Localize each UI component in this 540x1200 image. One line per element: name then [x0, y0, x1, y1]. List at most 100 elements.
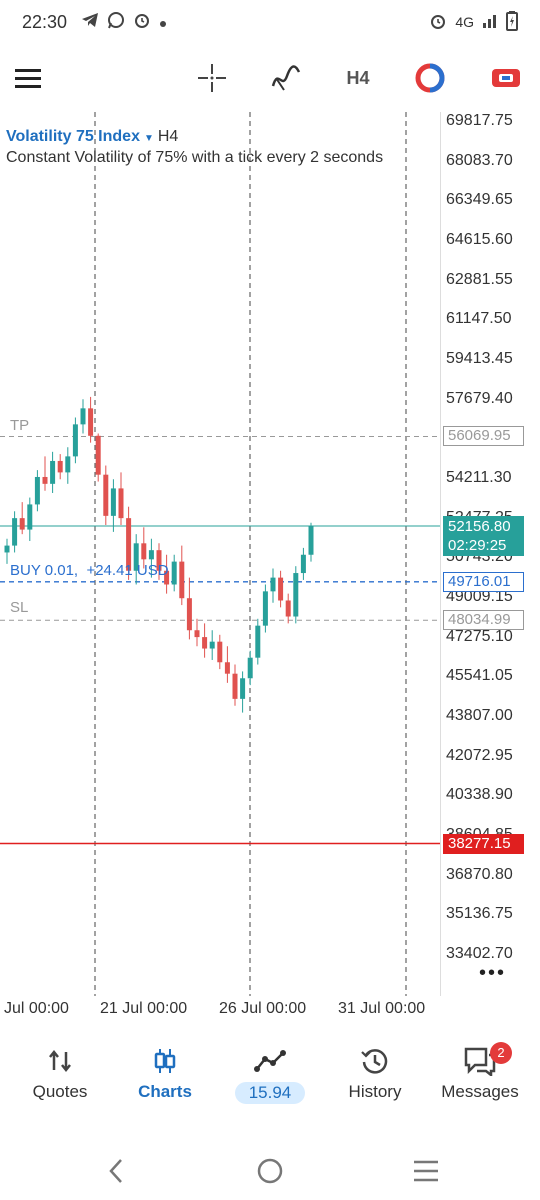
candle-body: [179, 561, 185, 599]
sl-label: SL: [10, 599, 29, 616]
nav-charts[interactable]: Charts: [111, 1040, 219, 1120]
price-tick: 40338.90: [446, 786, 513, 804]
timeframe-button[interactable]: H4: [338, 52, 378, 104]
price-tick: 42072.95: [446, 746, 513, 764]
messages-badge: 2: [490, 1042, 512, 1064]
back-icon[interactable]: [86, 1154, 146, 1188]
candle-body: [27, 504, 33, 530]
price-tick: 64615.60: [446, 231, 513, 248]
candle-body: [293, 573, 299, 617]
candle-body: [148, 550, 154, 560]
candle-body: [247, 657, 253, 679]
network-type: 4G: [455, 14, 474, 30]
more-options-icon[interactable]: •••: [479, 962, 506, 985]
candle-body: [186, 598, 192, 631]
tp-label: TP: [10, 417, 30, 434]
candle-body: [270, 577, 276, 592]
candle-body: [240, 678, 246, 699]
price-tick: 69817.75: [446, 112, 513, 129]
nav-trade[interactable]: 15.94: [216, 1040, 324, 1120]
candle-body: [50, 460, 56, 484]
buy-position-label[interactable]: BUY 0.01, +24.41 USD: [10, 562, 169, 579]
candle-body: [118, 488, 124, 519]
price-tick: 45541.05: [446, 667, 513, 685]
candle-body: [19, 518, 25, 530]
price-tick: 47275.10: [446, 627, 513, 645]
chart-canvas: [0, 112, 440, 996]
candle-body: [278, 577, 284, 601]
system-nav-bar: [0, 1146, 540, 1196]
candle-body: [72, 424, 78, 457]
candle-body: [285, 600, 291, 617]
candle-body: [12, 518, 18, 546]
candle-body: [141, 543, 147, 560]
candle-body: [194, 630, 200, 638]
chart-toolbar: H4: [0, 52, 540, 104]
nav-history[interactable]: History: [321, 1040, 429, 1120]
tp-price-box: 56069.95: [443, 426, 524, 446]
candle-body: [232, 673, 238, 699]
candle-body: [217, 641, 223, 663]
candle-body: [65, 456, 71, 473]
candle-body: [224, 662, 230, 674]
buy-price-box: 49716.01: [443, 572, 524, 592]
menu-icon[interactable]: [8, 52, 48, 104]
candle-body: [95, 435, 101, 475]
recents-icon[interactable]: [396, 1154, 456, 1188]
buy-position-volume: BUY 0.01,: [10, 562, 79, 579]
status-bar: 22:30 4G: [0, 0, 540, 44]
candle-body: [34, 476, 40, 505]
candle-countdown: 02:29:25: [448, 537, 507, 554]
symbol-line: Volatility 75 Index ▼ H4: [6, 128, 178, 146]
nav-label: Messages: [441, 1082, 519, 1101]
nav-quotes[interactable]: Quotes: [6, 1040, 114, 1120]
nav-label: History: [348, 1082, 402, 1101]
price-tick: 43807.00: [446, 707, 513, 724]
bid-price-box: 52156.80 02:29:25: [443, 516, 524, 556]
price-tick: 62881.55: [446, 270, 513, 288]
status-time: 22:30: [22, 11, 68, 32]
crosshair-icon[interactable]: [192, 52, 232, 104]
candle-body: [103, 474, 109, 516]
status-right: 4G: [429, 10, 518, 34]
candle-body: [209, 641, 215, 649]
one-click-trading-icon[interactable]: [410, 52, 450, 104]
candle-body: [262, 591, 268, 626]
history-clock-icon: [321, 1040, 429, 1082]
price-chart[interactable]: Volatility 75 Index ▼ H4 Constant Volatili…: [0, 112, 440, 996]
price-tick: 54211.30: [446, 469, 512, 486]
indicators-icon[interactable]: [266, 52, 306, 104]
nav-label: Charts: [138, 1082, 192, 1101]
nav-messages[interactable]: 2 Messages: [426, 1040, 534, 1120]
messages-icon: 2: [426, 1040, 534, 1082]
candle-body: [308, 526, 314, 555]
whatsapp-icon: [107, 11, 125, 34]
telegram-icon: [81, 12, 99, 33]
price-axis[interactable]: 33402.7035136.7536870.8038604.8540338.90…: [440, 112, 540, 996]
price-tick: 59413.45: [446, 350, 513, 367]
alarm-icon: [429, 12, 447, 33]
candle-body: [42, 476, 48, 484]
sl-price-box: 48034.99: [443, 610, 524, 630]
candle-body: [57, 460, 63, 473]
quotes-arrows-icon: [6, 1040, 114, 1082]
price-tick: 66349.65: [446, 191, 513, 209]
battery-icon: [506, 10, 518, 34]
buy-position-profit: +24.41 USD: [86, 562, 169, 579]
candle-body: [202, 637, 208, 649]
level-price-box: 38277.15: [443, 834, 524, 854]
price-tick: 33402.70: [446, 945, 513, 962]
candle-body: [88, 408, 94, 436]
candle-body: [110, 488, 116, 516]
candle-body: [80, 408, 86, 425]
time-axis: Jul 00:00 21 Jul 00:00 26 Jul 00:00 31 J…: [0, 996, 440, 1024]
candle-body: [4, 545, 10, 553]
symbol-timeframe: H4: [157, 128, 179, 145]
price-tick: 68083.70: [446, 151, 513, 169]
symbol-dropdown-icon[interactable]: ▼: [144, 133, 154, 144]
symbol-name[interactable]: Volatility 75 Index: [6, 128, 140, 145]
home-icon[interactable]: [240, 1154, 300, 1188]
trade-icon[interactable]: [486, 52, 526, 104]
dot-icon: [159, 12, 167, 33]
signal-icon: [482, 13, 498, 32]
